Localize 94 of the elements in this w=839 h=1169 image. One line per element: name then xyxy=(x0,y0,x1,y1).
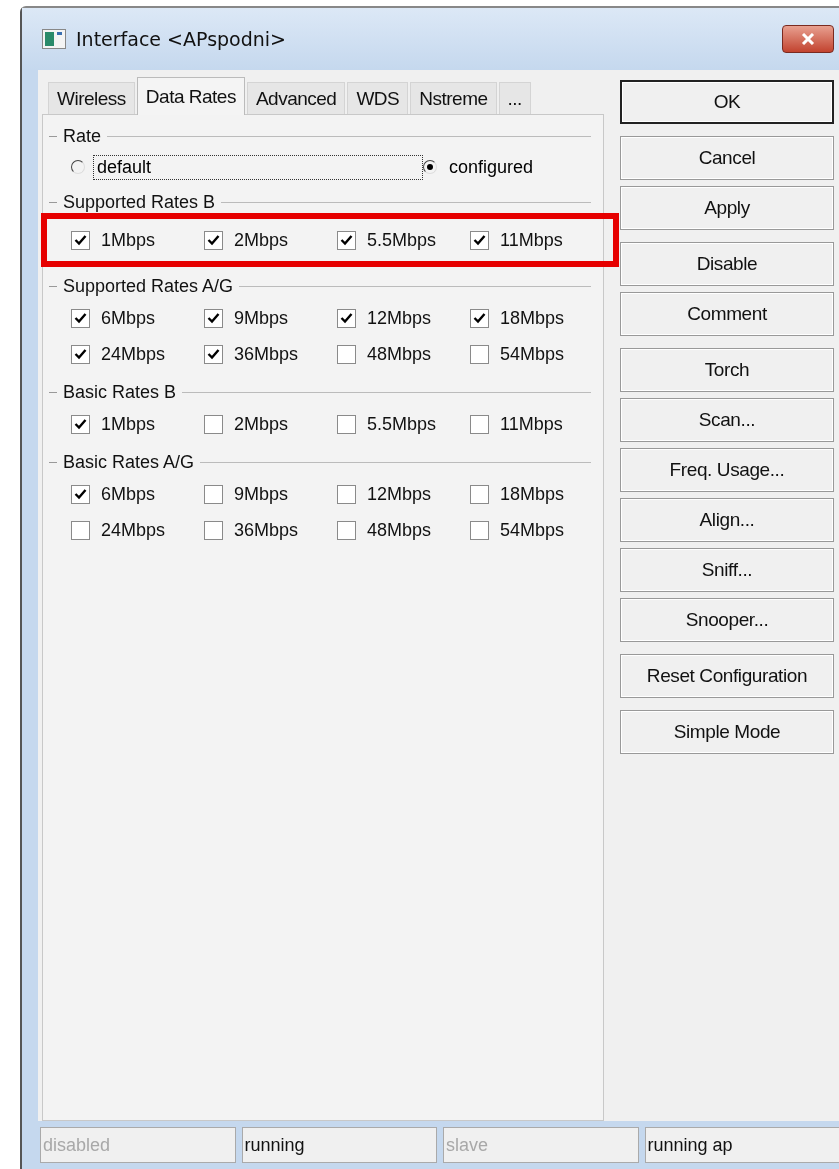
checkbox[interactable] xyxy=(470,308,489,328)
checkbox[interactable] xyxy=(337,308,356,328)
dialog-button[interactable]: Reset Configuration xyxy=(620,654,834,698)
checkbox[interactable] xyxy=(71,484,90,504)
window-icon xyxy=(42,29,66,49)
dialog-button[interactable]: Scan... xyxy=(620,398,834,442)
tab[interactable]: Wireless xyxy=(48,82,135,114)
tab[interactable]: Advanced xyxy=(246,82,346,114)
checkbox-label: 48Mbps xyxy=(367,343,432,365)
checkbox-label: 18Mbps xyxy=(500,483,565,505)
checkbox-label: 2Mbps xyxy=(234,229,289,251)
checkbox[interactable] xyxy=(71,308,90,328)
checkbox[interactable] xyxy=(337,230,356,250)
check-icon xyxy=(74,234,87,246)
check-icon xyxy=(207,234,220,246)
checkbox[interactable] xyxy=(204,414,223,434)
checkbox[interactable] xyxy=(337,414,356,434)
dialog-button[interactable]: Cancel xyxy=(620,136,834,180)
dialog-button[interactable]: Sniff... xyxy=(620,548,834,592)
section-title: Basic Rates B xyxy=(63,381,177,403)
dialog-button[interactable]: Comment xyxy=(620,292,834,336)
checkbox[interactable] xyxy=(204,484,223,504)
check-icon xyxy=(74,312,87,324)
checkbox-label: 12Mbps xyxy=(367,307,432,329)
dialog-button[interactable]: Apply xyxy=(620,186,834,230)
check-icon xyxy=(74,488,87,500)
check-icon xyxy=(340,312,353,324)
checkbox[interactable] xyxy=(470,414,489,434)
checkbox[interactable] xyxy=(71,230,90,250)
check-icon xyxy=(340,234,353,246)
status-field: running xyxy=(241,1127,437,1163)
checkbox[interactable] xyxy=(71,520,90,540)
checkbox-label: 24Mbps xyxy=(101,519,166,541)
tab[interactable]: WDS xyxy=(347,82,409,114)
check-icon xyxy=(473,234,486,246)
checkbox-label: 24Mbps xyxy=(101,343,166,365)
close-icon xyxy=(800,33,816,45)
close-button[interactable] xyxy=(782,25,834,53)
checkbox-label: 12Mbps xyxy=(367,483,432,505)
checkbox[interactable] xyxy=(204,344,223,364)
tab[interactable]: Nstreme xyxy=(410,82,497,114)
check-icon xyxy=(74,418,87,430)
window-title: Interface <APspodni> xyxy=(76,28,287,50)
checkbox-label: 5.5Mbps xyxy=(367,229,437,251)
dialog-button[interactable]: Disable xyxy=(620,242,834,286)
radio-label: configured xyxy=(448,155,535,179)
checkbox[interactable] xyxy=(71,344,90,364)
dialog-button[interactable]: Snooper... xyxy=(620,598,834,642)
checkbox-label: 36Mbps xyxy=(234,519,299,541)
checkbox-label: 6Mbps xyxy=(101,307,156,329)
dialog-button[interactable]: Freq. Usage... xyxy=(620,448,834,492)
check-icon xyxy=(207,348,220,360)
checkbox[interactable] xyxy=(204,230,223,250)
section-title: Rate xyxy=(63,125,102,147)
dialog-button[interactable]: Align... xyxy=(620,498,834,542)
checkbox[interactable] xyxy=(204,308,223,328)
checkbox-label: 6Mbps xyxy=(101,483,156,505)
checkbox-label: 54Mbps xyxy=(500,343,565,365)
tab[interactable]: Data Rates xyxy=(136,77,245,115)
tab[interactable]: ... xyxy=(498,82,531,114)
checkbox[interactable] xyxy=(204,520,223,540)
checkbox[interactable] xyxy=(470,230,489,250)
radio-option[interactable]: configured xyxy=(423,154,538,180)
checkbox[interactable] xyxy=(337,484,356,504)
status-field: running ap xyxy=(644,1127,839,1163)
dialog-button[interactable]: Torch xyxy=(620,348,834,392)
checkbox[interactable] xyxy=(470,484,489,504)
dialog-button[interactable]: Simple Mode xyxy=(620,710,834,754)
checkbox-label: 11Mbps xyxy=(500,229,563,251)
status-field: slave xyxy=(443,1127,639,1163)
checkbox-label: 11Mbps xyxy=(500,413,563,435)
checkbox-label: 1Mbps xyxy=(101,413,156,435)
section-title: Basic Rates A/G xyxy=(63,451,195,473)
dialog-button[interactable]: OK xyxy=(620,80,834,124)
check-icon xyxy=(74,348,87,360)
checkbox[interactable] xyxy=(337,344,356,364)
checkbox-label: 1Mbps xyxy=(101,229,156,251)
checkbox-label: 18Mbps xyxy=(500,307,565,329)
checkbox-label: 48Mbps xyxy=(367,519,432,541)
check-icon xyxy=(473,312,486,324)
checkbox-label: 9Mbps xyxy=(234,483,289,505)
checkbox[interactable] xyxy=(71,414,90,434)
checkbox-label: 9Mbps xyxy=(234,307,289,329)
checkbox-label: 36Mbps xyxy=(234,343,299,365)
section-title: Supported Rates B xyxy=(63,191,216,213)
checkbox-label: 5.5Mbps xyxy=(367,413,437,435)
check-icon xyxy=(207,312,220,324)
section-title: Supported Rates A/G xyxy=(63,275,234,297)
checkbox-label: 54Mbps xyxy=(500,519,565,541)
checkbox[interactable] xyxy=(470,344,489,364)
checkbox-label: 2Mbps xyxy=(234,413,289,435)
status-field: disabled xyxy=(40,1127,236,1163)
checkbox[interactable] xyxy=(470,520,489,540)
checkbox[interactable] xyxy=(337,520,356,540)
